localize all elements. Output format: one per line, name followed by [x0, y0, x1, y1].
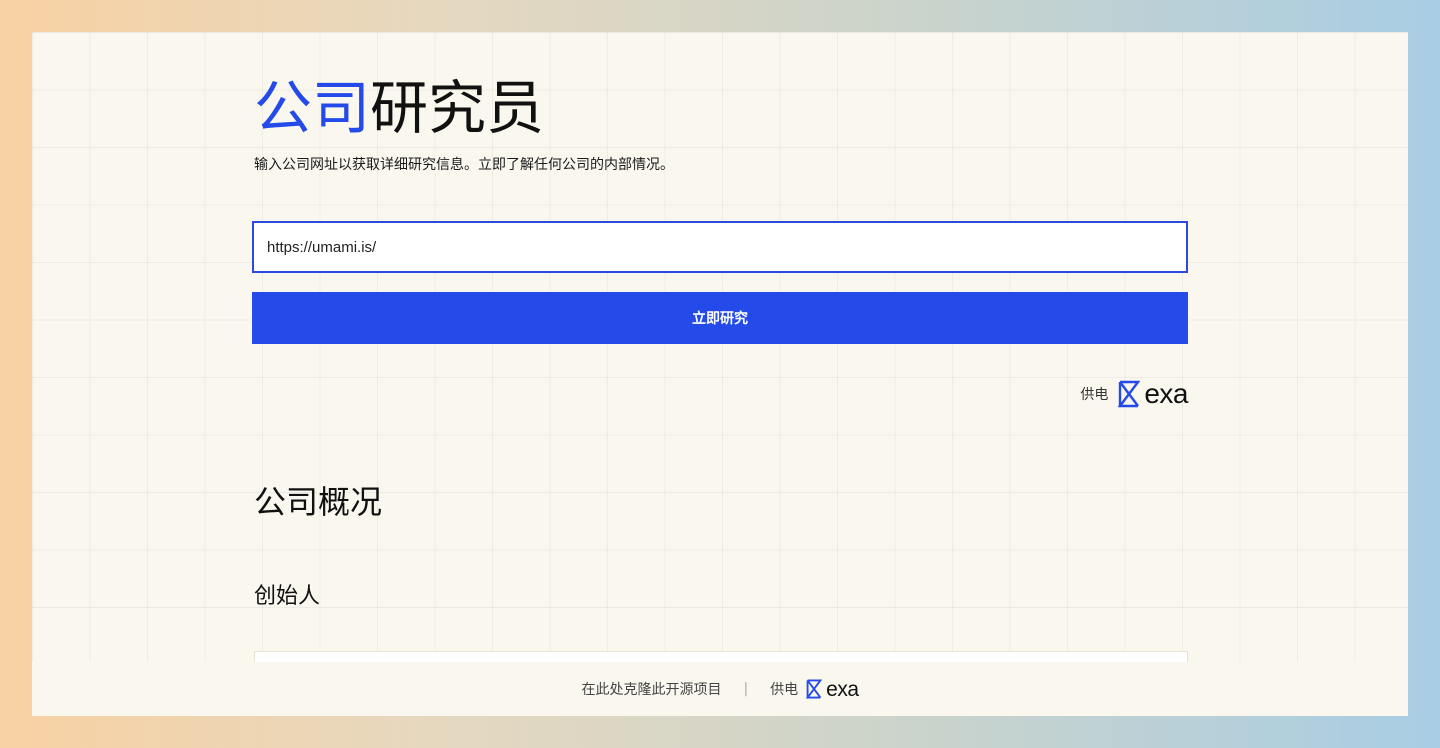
powered-by-exa[interactable]: 供电 exa: [1080, 376, 1188, 412]
footer-separator: |: [743, 681, 749, 697]
exa-logo-icon: [806, 679, 823, 699]
company-overview-heading: 公司概况: [254, 483, 383, 521]
page-title-rest: 研究员: [370, 74, 545, 142]
footer-powered-label: 供电: [770, 682, 799, 698]
founders-heading: 创始人: [254, 584, 321, 609]
page-subtitle: 输入公司网址以获取详细研究信息。立即了解任何公司的内部情况。: [254, 157, 674, 173]
company-url-input[interactable]: [252, 221, 1188, 273]
page-title-accent: 公司: [254, 74, 371, 142]
research-now-button[interactable]: 立即研究: [252, 292, 1188, 344]
app-frame: 公司研究员 输入公司网址以获取详细研究信息。立即了解任何公司的内部情况。 立即研…: [32, 32, 1408, 716]
page-title: 公司研究员: [254, 72, 544, 144]
footer-powered-by[interactable]: 供电 exa: [770, 677, 859, 701]
footer-exa-wordmark: exa: [826, 677, 859, 701]
footer: 在此处克隆此开源项目 | 供电 exa: [32, 662, 1408, 716]
powered-by-label: 供电: [1080, 387, 1109, 403]
clone-project-link[interactable]: 在此处克隆此开源项目: [581, 679, 721, 699]
footer-exa-logo[interactable]: exa: [806, 677, 859, 701]
exa-wordmark: exa: [1144, 378, 1188, 409]
exa-logo-icon: [1118, 380, 1141, 408]
exa-logo[interactable]: exa: [1118, 380, 1188, 408]
